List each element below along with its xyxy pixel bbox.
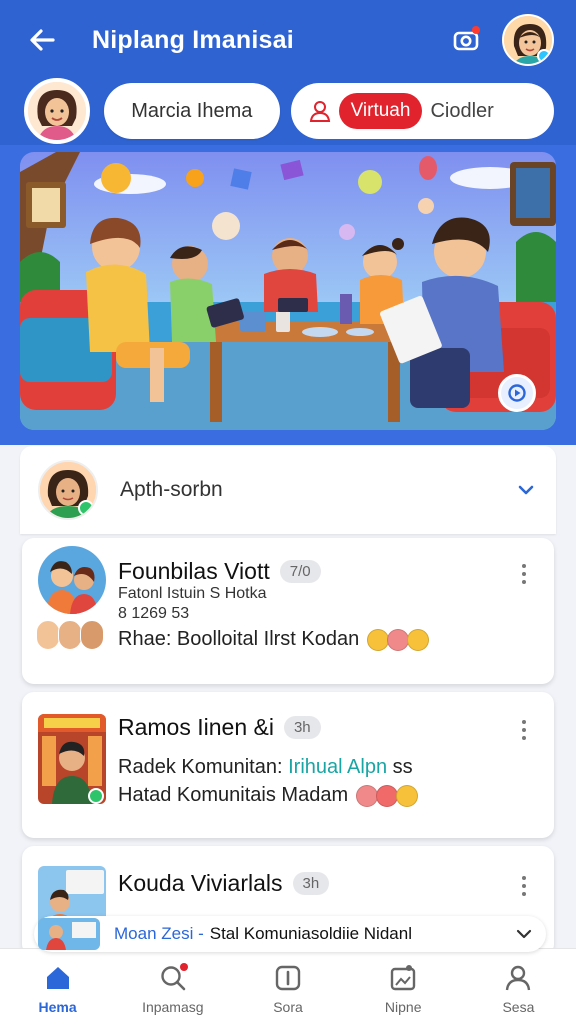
mode-alt-option[interactable]: Ciodler (430, 100, 493, 123)
play-icon (508, 384, 526, 402)
nav-media[interactable]: Nipne (346, 949, 461, 1024)
heart-emoji-icon (355, 784, 378, 807)
nav-label: Inpamasg (142, 998, 204, 1015)
smile-emoji-icon (395, 784, 418, 807)
nav-create[interactable]: Sora (230, 949, 345, 1024)
banner-text: Stal Komuniasoldiie Nidanl (209, 924, 412, 943)
nav-profile[interactable]: Sesa (461, 949, 576, 1024)
group-avatar (38, 460, 98, 520)
post-subtitle: Fatonl Istuin S Hotka (118, 585, 267, 602)
post-thumbnail (38, 714, 106, 804)
nav-label: Hema (38, 998, 77, 1015)
smile-emoji-icon (366, 628, 389, 651)
hero-illustration (20, 152, 556, 430)
search-icon (158, 962, 188, 993)
banner-prefix: Moan Zesi - (114, 924, 204, 943)
top-bar: Niplang Imanisai (0, 0, 576, 80)
post-card[interactable]: Ramos Iinen &i 3h Radek Komunitan: Irihu… (22, 692, 554, 838)
user-avatar[interactable] (24, 78, 90, 144)
post-meta: 8 1269 53 (118, 605, 190, 622)
post-text-content: Hatad Komunitais Madam (118, 784, 349, 806)
post-line-suffix: ss (392, 756, 413, 778)
nav-home[interactable]: Hema (0, 949, 115, 1024)
post-text-content: Rhae: Boolloital Ilrst Kodan (118, 628, 360, 650)
group-selector[interactable]: Apth-sorbn (20, 446, 556, 534)
post-author[interactable]: Ramos Iinen &i (118, 714, 274, 741)
notification-banner[interactable]: Moan Zesi - Stal Komuniasoldiie Nidanl (34, 916, 546, 952)
store-photo-icon (38, 714, 106, 804)
post-line-prefix: Radek Komunitan: (118, 756, 283, 778)
banner-thumbnail (38, 918, 100, 950)
post-avatar (38, 546, 106, 614)
nav-label: Sesa (502, 998, 535, 1015)
profile-pill-row: Marcia Ihema Virtuah Ciodler (24, 78, 554, 144)
post-card[interactable]: Founbilas Viott 7/0 Fatonl Istuin S Hotk… (22, 538, 554, 684)
chevron-down-icon[interactable] (512, 922, 536, 946)
avatar-family-icon (38, 546, 106, 614)
post-author[interactable]: Founbilas Viott (118, 558, 270, 585)
post-count-badge: 3h (292, 872, 330, 895)
heart-emoji-icon (386, 628, 409, 651)
image-edit-icon (388, 963, 418, 993)
mode-selector-pill[interactable]: Virtuah Ciodler (290, 83, 554, 139)
group-name: Apth-sorbn (120, 478, 223, 501)
more-options-icon[interactable] (514, 562, 534, 586)
user-name-pill[interactable]: Marcia Ihema (104, 83, 280, 139)
post-count-badge: 3h (283, 716, 321, 739)
post-count-badge: 7/0 (279, 560, 321, 583)
camera-button[interactable] (446, 20, 486, 60)
chevron-down-icon[interactable] (514, 478, 538, 502)
post-text: Hatad Komunitais Madam (118, 784, 418, 807)
back-button[interactable] (22, 20, 62, 60)
page-title: Niplang Imanisai (92, 25, 294, 54)
notification-dot (179, 962, 188, 971)
avatar-girl-icon (28, 82, 86, 140)
home-icon (43, 963, 73, 993)
notification-dot (472, 26, 480, 34)
people-icon (307, 98, 333, 124)
post-author[interactable]: Kouda Viviarlals (118, 870, 283, 897)
mode-virtual-chip[interactable]: Virtuah (338, 93, 423, 129)
heart-emoji-icon (375, 784, 398, 807)
participants-avatars (36, 620, 104, 650)
laugh-emoji-icon (406, 628, 429, 651)
profile-icon (503, 963, 533, 993)
play-button[interactable] (498, 374, 536, 412)
bottom-navigation: Hema Inpamasg Sora Nipne Sesa (0, 948, 576, 1024)
post-text: Rhae: Boolloital Ilrst Kodan (118, 628, 429, 651)
nav-search[interactable]: Inpamasg (115, 949, 230, 1024)
nav-label: Sora (273, 998, 303, 1015)
avatar-woman-icon (40, 462, 96, 518)
add-square-icon (273, 963, 303, 993)
online-badge (537, 49, 551, 63)
more-options-icon[interactable] (514, 718, 534, 742)
profile-avatar[interactable] (502, 14, 554, 66)
post-highlight-link[interactable]: Irihual Alpn (288, 756, 387, 778)
arrow-left-icon (30, 29, 55, 51)
banner-photo-icon (38, 918, 100, 950)
nav-label: Nipne (384, 998, 422, 1015)
reaction-emojis[interactable] (366, 628, 429, 651)
more-options-icon[interactable] (514, 874, 534, 898)
post-line: Radek Komunitan: Irihual Alpn ss (118, 756, 413, 779)
reaction-emojis[interactable] (355, 784, 418, 807)
